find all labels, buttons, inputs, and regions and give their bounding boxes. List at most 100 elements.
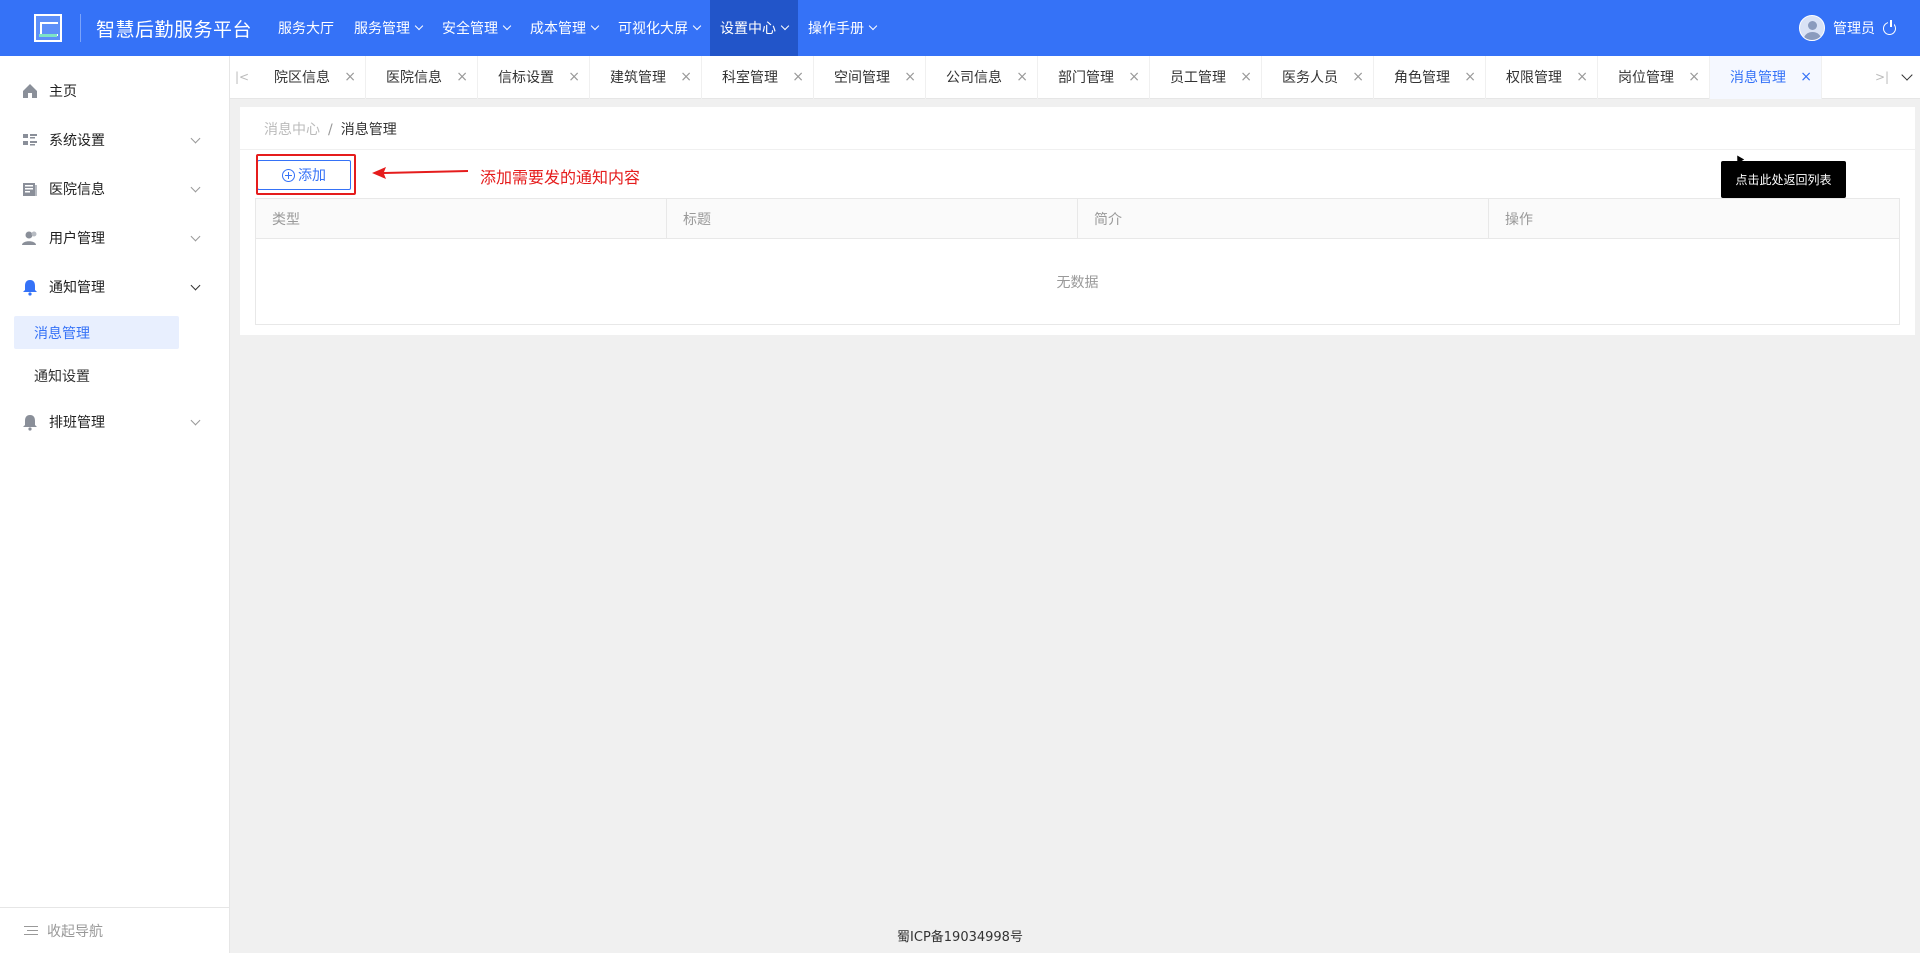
app-title: 智慧后勤服务平台 [96, 18, 253, 41]
tab-hospital-info[interactable]: 医院信息 × [366, 55, 478, 99]
breadcrumb: 消息中心 / 消息管理 [264, 119, 397, 139]
tab-space-mgmt[interactable]: 空间管理 × [814, 55, 926, 99]
avatar[interactable] [1799, 15, 1825, 41]
sidebar-subitem-label: 通知设置 [34, 368, 90, 385]
close-icon[interactable]: × [568, 69, 580, 85]
nav-item-dashboard[interactable]: 可视化大屏 [608, 0, 710, 56]
tab-last-button[interactable]: >| [1870, 56, 1894, 99]
sidebar-item-schedule[interactable]: 排班管理 [0, 397, 229, 446]
nav-item-service-hall[interactable]: 服务大厅 [268, 0, 344, 56]
close-icon[interactable]: × [456, 69, 468, 85]
chevron-down-icon [590, 21, 600, 31]
tab-message-mgmt[interactable]: 消息管理 × [1710, 55, 1822, 99]
close-icon[interactable]: × [680, 69, 692, 85]
annotation-arrow-icon [372, 167, 468, 179]
breadcrumb-separator: / [328, 122, 333, 138]
tab-menu-button[interactable] [1894, 56, 1920, 99]
sidebar-subitem-notify-settings[interactable]: 通知设置 [0, 354, 229, 397]
footer-icp[interactable]: 蜀ICP备19034998号 [230, 926, 1690, 945]
close-icon[interactable]: × [1688, 69, 1700, 85]
bell-icon [23, 414, 37, 431]
close-icon[interactable]: × [1800, 69, 1812, 85]
tab-label: 员工管理 [1170, 70, 1226, 86]
sidebar-subitem-label: 消息管理 [34, 325, 90, 342]
tab-beacon-settings[interactable]: 信标设置 × [478, 55, 590, 99]
tab-department-room-mgmt[interactable]: 科室管理 × [702, 55, 814, 99]
tab-first-button[interactable]: |< [230, 56, 254, 99]
sidebar-item-label: 用户管理 [49, 230, 105, 247]
tab-label: 信标设置 [498, 70, 554, 86]
divider [240, 149, 1915, 150]
tab-post-mgmt[interactable]: 岗位管理 × [1598, 55, 1710, 99]
home-icon [23, 83, 37, 98]
nav-label: 设置中心 [720, 21, 777, 37]
tab-permission-mgmt[interactable]: 权限管理 × [1486, 55, 1598, 99]
collapse-icon [24, 925, 38, 937]
chevron-down-icon [190, 280, 201, 291]
top-navbar: 智慧后勤服务平台 服务大厅 服务管理 安全管理 成本管理 可视化大屏 设置中心 … [0, 0, 1920, 56]
close-icon[interactable]: × [1352, 69, 1364, 85]
close-icon[interactable]: × [1576, 69, 1588, 85]
annotation-highlight-box [256, 154, 356, 195]
close-icon[interactable]: × [1464, 69, 1476, 85]
tab-label: 部门管理 [1058, 70, 1114, 86]
annotation-text: 添加需要发的通知内容 [480, 168, 641, 187]
tab-employee-mgmt[interactable]: 员工管理 × [1150, 55, 1262, 99]
sidebar-item-label: 医院信息 [49, 181, 105, 198]
chevron-down-icon [868, 21, 878, 31]
collapse-nav-button[interactable]: 收起导航 [0, 907, 229, 953]
tab-dept-mgmt[interactable]: 部门管理 × [1038, 55, 1150, 99]
collapse-nav-label: 收起导航 [47, 923, 103, 940]
tab-label: 消息管理 [1730, 70, 1786, 86]
chevron-down-icon [692, 21, 702, 31]
tabs-bar: |< 院区信息 × 医院信息 × 信标设置 × 建筑管理 × 科室管理 × 空间管理 × 公… [230, 55, 1920, 99]
tab-building-mgmt[interactable]: 建筑管理 × [590, 55, 702, 99]
nav-item-manual[interactable]: 操作手册 [798, 0, 886, 56]
tab-label: 权限管理 [1506, 70, 1562, 86]
nav-label: 服务管理 [354, 21, 411, 37]
close-icon[interactable]: × [1128, 69, 1140, 85]
message-table: 类型 标题 简介 操作 无数据 [255, 198, 1900, 325]
chevron-down-icon [1901, 69, 1913, 81]
close-icon[interactable]: × [792, 69, 804, 85]
tab-label: 科室管理 [722, 70, 778, 86]
main-nav: 服务大厅 服务管理 安全管理 成本管理 可视化大屏 设置中心 操作手册 [268, 0, 886, 56]
logout-icon[interactable] [1883, 19, 1896, 35]
logo-icon[interactable] [34, 14, 62, 42]
tab-company-info[interactable]: 公司信息 × [926, 55, 1038, 99]
nav-item-cost-mgmt[interactable]: 成本管理 [520, 0, 608, 56]
tab-medical-staff[interactable]: 医务人员 × [1262, 55, 1374, 99]
sidebar-subitem-message-mgmt[interactable]: 消息管理 [14, 316, 179, 349]
close-icon[interactable]: × [344, 69, 356, 85]
tooltip: 点击此处返回列表 [1721, 161, 1846, 198]
close-icon[interactable]: × [1240, 69, 1252, 85]
nav-item-safety-mgmt[interactable]: 安全管理 [432, 0, 520, 56]
nav-label: 操作手册 [808, 21, 865, 37]
breadcrumb-parent[interactable]: 消息中心 [264, 122, 320, 138]
nav-item-service-mgmt[interactable]: 服务管理 [344, 0, 432, 56]
nav-item-settings-center[interactable]: 设置中心 [710, 0, 799, 56]
tab-label: 岗位管理 [1618, 70, 1674, 86]
close-icon[interactable]: × [1016, 69, 1028, 85]
sidebar-item-hospital[interactable]: 医院信息 [0, 164, 229, 213]
list-icon [23, 133, 37, 145]
document-icon [23, 182, 37, 196]
chevron-down-icon [414, 21, 424, 31]
chevron-down-icon [190, 231, 201, 242]
nav-label: 服务大厅 [278, 21, 335, 37]
sidebar-item-users[interactable]: 用户管理 [0, 213, 229, 262]
tab-role-mgmt[interactable]: 角色管理 × [1374, 55, 1486, 99]
sidebar-item-system[interactable]: 系统设置 [0, 115, 229, 164]
tab-label: 公司信息 [946, 70, 1002, 86]
sidebar-item-label: 通知管理 [49, 279, 105, 296]
user-menu[interactable]: 管理员 [1799, 15, 1896, 41]
tab-campus-info[interactable]: 院区信息 × [254, 55, 366, 99]
chevron-down-icon [190, 133, 201, 144]
table-header: 类型 标题 简介 操作 [256, 199, 1899, 239]
sidebar-item-home[interactable]: 主页 [0, 66, 229, 115]
sidebar-item-notify[interactable]: 通知管理 [0, 262, 229, 311]
bell-icon [23, 279, 37, 296]
user-name[interactable]: 管理员 [1833, 18, 1875, 38]
chevron-down-icon [190, 182, 201, 193]
close-icon[interactable]: × [904, 69, 916, 85]
